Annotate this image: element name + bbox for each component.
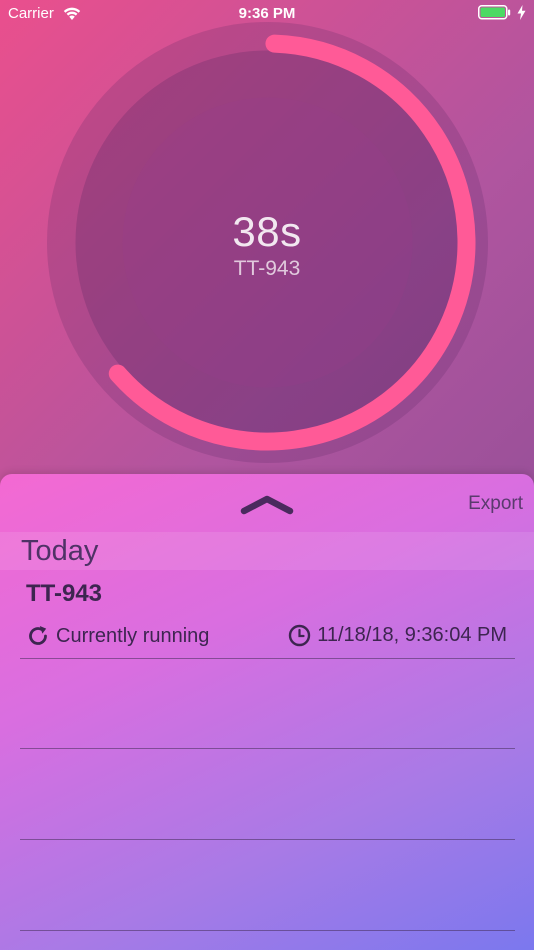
- entry-status-label: Currently running: [56, 624, 210, 647]
- row-divider: [20, 748, 515, 749]
- entry-meta-row: Currently running 11/18/18, 9:36:04 PM: [26, 624, 516, 650]
- charging-bolt-icon: [517, 5, 526, 20]
- history-panel[interactable]: Export Today TT-943 Currently running 11…: [0, 474, 534, 950]
- section-header: Today: [0, 532, 534, 570]
- status-time: 9:36 PM: [238, 5, 296, 22]
- row-divider: [20, 658, 515, 659]
- entry-status: Currently running: [26, 624, 209, 648]
- entry-timestamp-label: 11/18/18, 9:36:04 PM: [317, 624, 507, 646]
- export-button[interactable]: Export: [468, 493, 523, 515]
- row-divider: [20, 839, 515, 840]
- section-title: Today: [21, 535, 99, 567]
- battery-icon: [478, 5, 511, 20]
- timer-elapsed: 38s: [232, 208, 302, 255]
- refresh-icon: [29, 626, 47, 645]
- timer-task-id: TT-943: [233, 257, 301, 280]
- status-right: [478, 5, 526, 20]
- entry-timestamp: 11/18/18, 9:36:04 PM: [288, 624, 507, 647]
- chevron-up-icon[interactable]: [240, 494, 294, 516]
- row-divider: [20, 930, 515, 931]
- entry-title[interactable]: TT-943: [26, 580, 102, 608]
- clock-icon: [289, 624, 311, 647]
